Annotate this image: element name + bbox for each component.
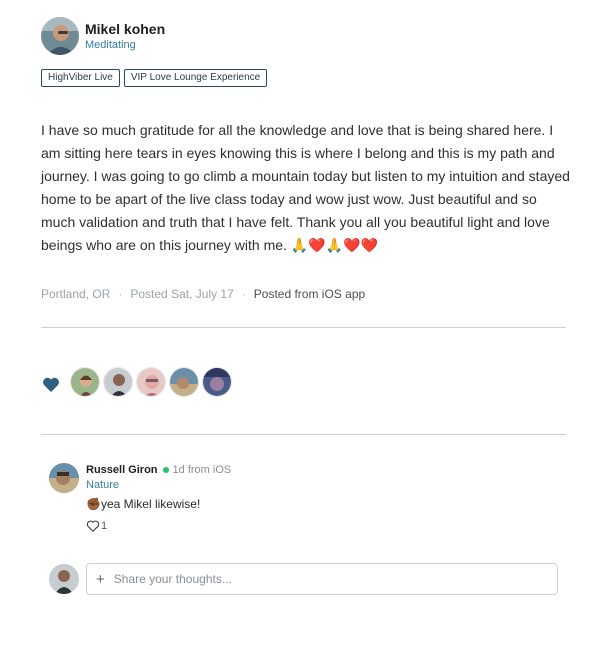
commenter-avatar[interactable] — [49, 463, 79, 493]
separator-dot: · — [118, 287, 123, 301]
comment: Russell Giron 1d from iOS Nature ✊🏾 yea … — [49, 463, 231, 533]
commenter-name[interactable]: Russell Giron — [86, 463, 158, 477]
heart-outline-icon[interactable] — [86, 519, 100, 533]
post-date: Posted Sat, July 17 — [130, 287, 234, 301]
commenter-status: Nature — [86, 479, 120, 491]
current-user-avatar — [49, 564, 79, 594]
tag-list: HighViber Live VIP Love Lounge Experienc… — [41, 69, 271, 87]
author-avatar[interactable] — [41, 17, 79, 55]
online-indicator — [162, 467, 169, 473]
divider — [41, 434, 566, 435]
reactor-avatar[interactable] — [136, 367, 166, 397]
tag-vip-love-lounge[interactable]: VIP Love Lounge Experience — [123, 69, 268, 87]
comment-message: yea Mikel likewise! — [100, 497, 201, 511]
comment-input[interactable]: + Share your thoughts... — [86, 563, 558, 595]
posted-from: Posted from iOS app — [253, 287, 366, 301]
comment-time: 1d from iOS — [172, 464, 232, 476]
post-location: Portland, OR — [41, 287, 111, 301]
divider — [41, 327, 566, 328]
author-status: Meditating — [85, 38, 136, 51]
reactions-row — [41, 367, 235, 397]
like-count: 1 — [101, 520, 108, 532]
separator-dot: · — [241, 287, 246, 301]
post-header: Mikel kohen Meditating — [41, 17, 165, 55]
comment-composer: + Share your thoughts... — [49, 563, 558, 595]
reactor-avatar[interactable] — [103, 367, 133, 397]
comment-text: ✊🏾 yea Mikel likewise! — [86, 497, 231, 511]
reactor-avatar[interactable] — [202, 367, 232, 397]
comment-input-placeholder: Share your thoughts... — [113, 572, 232, 586]
reactor-avatar[interactable] — [169, 367, 199, 397]
plus-icon[interactable]: + — [96, 572, 105, 587]
author-name[interactable]: Mikel kohen — [85, 22, 165, 36]
tag-highviber-live[interactable]: HighViber Live — [41, 69, 120, 87]
reactor-avatar[interactable] — [70, 367, 100, 397]
post-body: I have so much gratitude for all the kno… — [41, 122, 570, 253]
fist-emoji-icon: ✊🏾 — [86, 497, 101, 511]
post-meta: Portland, OR · Posted Sat, July 17 · Pos… — [41, 287, 365, 301]
comment-like-row: 1 — [86, 519, 231, 533]
heart-icon[interactable] — [41, 375, 61, 395]
